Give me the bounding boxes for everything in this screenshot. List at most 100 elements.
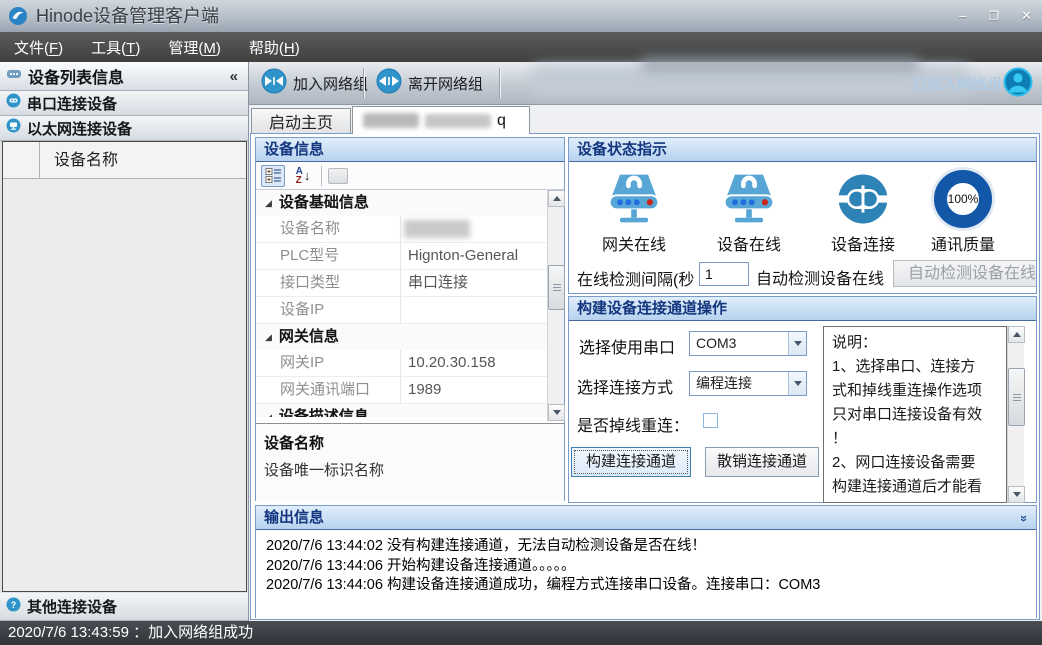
redacted-tab-label xyxy=(363,113,419,128)
output-panel: 输出信息 » 2020/7/6 13:44:02 没有构建连接通道，无法自动检测… xyxy=(255,505,1037,618)
indicator-device-connect: 设备连接 xyxy=(815,166,911,255)
device-name-column-header[interactable]: 设备名称 xyxy=(40,142,246,178)
property-grid-toolbar: AZ↓ xyxy=(256,162,564,190)
output-log-area: 2020/7/6 13:44:02 没有构建连接通道，无法自动检测设备是否在线！… xyxy=(256,530,1036,618)
redacted-tab-label xyxy=(425,114,491,128)
menu-item-tools[interactable]: 工具(T) xyxy=(91,37,140,58)
interval-input[interactable] xyxy=(699,262,749,286)
device-status-panel: 设备状态指示 网关在线 设备在线 设备连接 100% 通讯质量 在线检测 xyxy=(568,137,1037,294)
join-network-group-button[interactable]: 加入网络组 xyxy=(255,67,374,99)
sidebar-header-device-list[interactable]: 设备列表信息 « xyxy=(0,62,248,91)
toolbar-separator xyxy=(363,68,364,98)
joined-status-text: 已加入网络组 xyxy=(912,73,1002,94)
join-network-icon xyxy=(261,68,287,99)
property-pages-icon xyxy=(328,168,348,184)
collapse-sidebar-button[interactable]: « xyxy=(230,62,238,91)
sidebar-title: 设备列表信息 xyxy=(28,64,124,88)
indicator-gateway-online: 网关在线 xyxy=(586,166,682,255)
status-message: 2020/7/6 13:43:59 ：加入网络组成功 xyxy=(8,624,253,641)
property-description-text: 设备唯一标识名称 xyxy=(264,459,556,480)
chevron-down-icon[interactable] xyxy=(788,372,806,395)
minimize-button[interactable]: – xyxy=(959,8,966,24)
property-grid: ◢设备基础信息 设备名称 PLC型号Hignton-General 接口类型串口… xyxy=(256,190,547,421)
property-grid-scrollbar[interactable] xyxy=(547,190,564,421)
channel-operations-panel: 构建设备连接通道操作 选择使用串口 COM3 选择连接方式 编程连接 是否掉线重… xyxy=(568,296,1037,503)
property-description-title: 设备名称 xyxy=(264,432,556,453)
property-row-interface-type[interactable]: 接口类型串口连接 xyxy=(256,270,547,297)
property-row-device-name[interactable]: 设备名称 xyxy=(256,216,547,243)
device-info-panel-title: 设备信息 xyxy=(256,138,564,162)
property-description-box: 设备名称 设备唯一标识名称 xyxy=(256,423,564,501)
serial-port-label: 选择使用串口 xyxy=(579,334,675,358)
connect-mode-label: 选择连接方式 xyxy=(577,374,673,398)
categorized-view-icon[interactable] xyxy=(261,165,285,187)
scroll-down-icon[interactable] xyxy=(1008,486,1025,503)
ethernet-device-icon xyxy=(6,118,21,138)
channel-panel-title: 构建设备连接通道操作 xyxy=(569,297,1036,321)
property-row-device-ip[interactable]: 设备IP xyxy=(256,297,547,324)
scrollbar-thumb[interactable] xyxy=(1008,368,1025,426)
sidebar-item-ethernet-devices[interactable]: 以太网连接设备 xyxy=(0,116,248,141)
output-panel-title: 输出信息 xyxy=(256,506,1036,530)
scroll-up-icon[interactable] xyxy=(1008,326,1025,343)
connect-mode-select[interactable]: 编程连接 xyxy=(689,371,807,396)
app-window: Hinode设备管理客户端 – ❐ ✕ 文件(F) 工具(T) 管理(M) 帮助… xyxy=(0,0,1042,645)
router-icon xyxy=(586,166,682,228)
serial-device-icon xyxy=(6,93,21,113)
menu-item-help[interactable]: 帮助(H) xyxy=(249,37,300,58)
tab-device-active[interactable]: q xyxy=(352,106,530,134)
menu-item-file[interactable]: 文件(F) xyxy=(14,37,63,58)
serial-port-select[interactable]: COM3 xyxy=(689,331,807,356)
close-button[interactable]: ✕ xyxy=(1021,8,1032,24)
expander-icon[interactable]: ◢ xyxy=(265,198,272,208)
window-title: Hinode设备管理客户端 xyxy=(36,0,219,32)
auto-detect-button[interactable]: 自动检测设备在线 xyxy=(893,260,1037,287)
quality-value: 100% xyxy=(948,192,979,206)
property-row-gateway-ip[interactable]: 网关IP10.20.30.158 xyxy=(256,350,547,377)
maximize-button[interactable]: ❐ xyxy=(988,8,999,24)
leave-network-group-button[interactable]: 离开网络组 xyxy=(370,67,489,99)
indicator-device-online: 设备在线 xyxy=(701,166,797,255)
category-row-gateway-info[interactable]: ◢网关信息 xyxy=(256,324,547,350)
property-row-plc-model[interactable]: PLC型号Hignton-General xyxy=(256,243,547,270)
device-list-table: 设备名称 xyxy=(2,141,247,592)
status-bar: 2020/7/6 13:43:59 ：加入网络组成功 xyxy=(0,621,1042,645)
property-row-gateway-port[interactable]: 网关通讯端口1989 xyxy=(256,377,547,404)
log-line: 2020/7/6 13:44:06 开始构建设备连接通道。。。。。 xyxy=(266,557,1026,577)
tab-home[interactable]: 启动主页 xyxy=(251,108,351,133)
plug-icon xyxy=(815,166,911,228)
category-row-basic-info[interactable]: ◢设备基础信息 xyxy=(256,190,547,216)
alphabetical-sort-icon[interactable]: AZ↓ xyxy=(291,165,315,187)
destroy-channel-button[interactable]: 散销连接通道 xyxy=(705,447,819,477)
reconnect-label: 是否掉线重连： xyxy=(577,412,689,436)
leave-network-icon xyxy=(376,68,402,99)
online-check-interval-label: 在线检测间隔(秒 xyxy=(577,266,701,290)
collapse-panel-icon[interactable]: » xyxy=(1017,515,1032,522)
sidebar-item-other-devices[interactable]: ? 其他连接设备 xyxy=(0,593,248,621)
tab-strip: 启动主页 q xyxy=(249,105,1042,133)
device-list-selector-column xyxy=(3,142,40,178)
scroll-down-icon[interactable] xyxy=(548,404,565,421)
expander-icon[interactable]: ◢ xyxy=(265,412,272,417)
redacted-device-name-value xyxy=(404,220,470,238)
router-icon xyxy=(701,166,797,228)
svg-text:?: ? xyxy=(11,599,17,609)
user-avatar-icon[interactable] xyxy=(1003,67,1033,102)
sidebar: 设备列表信息 « 串口连接设备 以太网连接设备 设备名称 ? 其他连接设备 xyxy=(0,62,249,621)
build-channel-button[interactable]: 构建连接通道 xyxy=(571,447,691,477)
category-row-device-description[interactable]: ◢设备描述信息 xyxy=(256,404,547,417)
other-device-icon: ? xyxy=(6,597,21,617)
reconnect-checkbox[interactable] xyxy=(703,413,718,428)
sidebar-item-serial-devices[interactable]: 串口连接设备 xyxy=(0,91,248,116)
menu-item-manage[interactable]: 管理(M) xyxy=(168,37,221,58)
device-list-header-row: 设备名称 xyxy=(3,142,246,179)
expander-icon[interactable]: ◢ xyxy=(265,332,272,342)
note-scrollbar[interactable] xyxy=(1007,326,1024,503)
chevron-down-icon[interactable] xyxy=(788,332,806,355)
log-line: 2020/7/6 13:44:02 没有构建连接通道，无法自动检测设备是否在线！ xyxy=(266,537,1026,557)
instruction-note-box: 说明： 1、选择串口、连接方 式和掉线重连操作选项 只对串口连接设备有效 ！ 2… xyxy=(823,326,1007,503)
scroll-up-icon[interactable] xyxy=(548,190,565,207)
app-logo-icon xyxy=(8,6,28,31)
scrollbar-thumb[interactable] xyxy=(548,265,565,310)
auto-detect-label: 自动检测设备在线 xyxy=(756,265,884,289)
